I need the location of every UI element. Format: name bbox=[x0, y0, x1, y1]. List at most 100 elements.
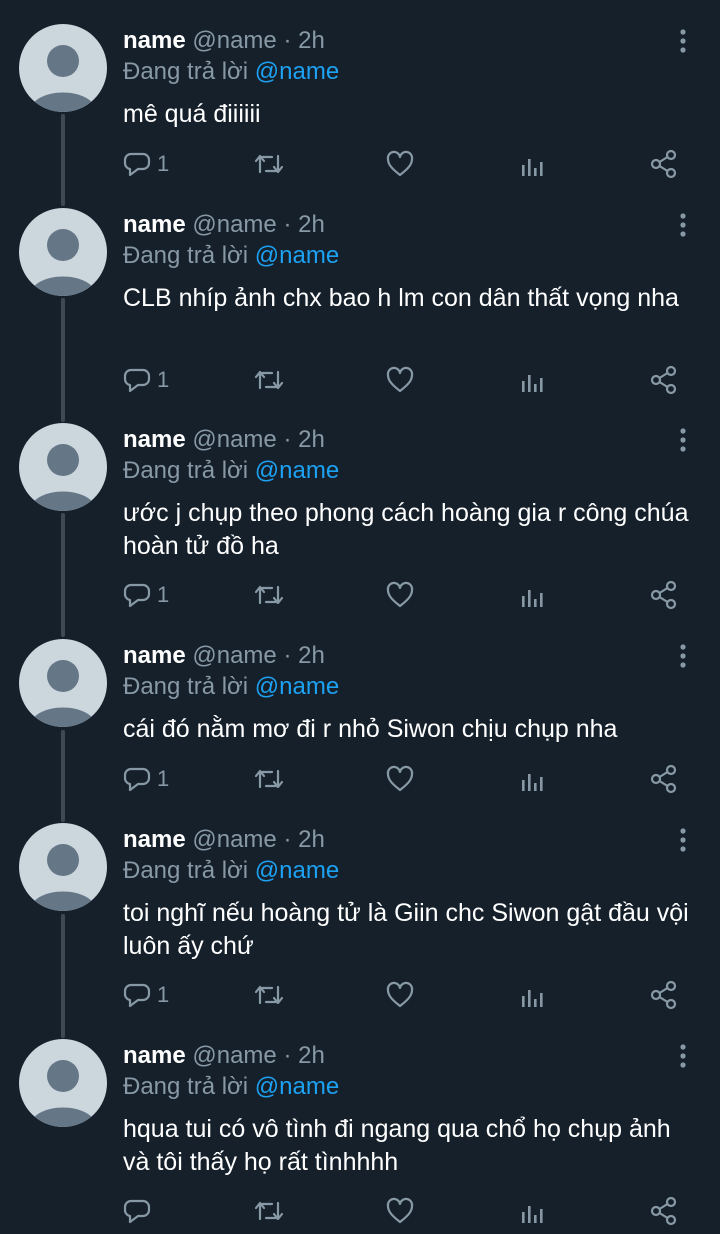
analytics-button[interactable] bbox=[520, 580, 544, 610]
analytics-button[interactable] bbox=[520, 764, 544, 794]
share-button[interactable] bbox=[650, 365, 678, 395]
mention-link[interactable]: @name bbox=[255, 1073, 339, 1100]
more-vertical-icon[interactable] bbox=[670, 825, 696, 855]
reply-count: 1 bbox=[157, 151, 170, 176]
replying-to-line: Đang trả lời @name bbox=[123, 57, 339, 87]
reply-button[interactable]: 1 bbox=[123, 365, 169, 395]
timestamp: · 2h bbox=[283, 211, 325, 238]
reply-count: 1 bbox=[157, 367, 170, 392]
tweet[interactable]: name @name · 2h Đang trả lời @name toi n… bbox=[0, 799, 720, 1015]
retweet-icon bbox=[254, 985, 284, 1005]
reply-count: 1 bbox=[157, 982, 170, 1007]
display-name[interactable]: name bbox=[123, 426, 186, 453]
avatar[interactable] bbox=[19, 1039, 107, 1127]
tweet-text: mê quá điiiiii bbox=[123, 100, 261, 128]
user-handle[interactable]: @name bbox=[192, 1042, 276, 1069]
tweet[interactable]: name @name · 2h Đang trả lời @name CLB n… bbox=[0, 184, 720, 400]
tweet-header: name @name · 2h bbox=[123, 641, 325, 671]
like-button[interactable] bbox=[386, 764, 414, 794]
avatar[interactable] bbox=[19, 208, 107, 296]
retweet-button[interactable] bbox=[254, 1196, 284, 1226]
share-icon bbox=[650, 764, 677, 794]
display-name[interactable]: name bbox=[123, 826, 186, 853]
avatar[interactable] bbox=[19, 823, 107, 911]
retweet-button[interactable] bbox=[254, 980, 284, 1010]
avatar[interactable] bbox=[19, 639, 107, 727]
user-handle[interactable]: @name bbox=[192, 642, 276, 669]
heart-icon bbox=[386, 765, 414, 792]
mention-link[interactable]: @name bbox=[255, 58, 339, 85]
user-handle[interactable]: @name bbox=[192, 426, 276, 453]
retweet-icon bbox=[254, 370, 284, 390]
like-button[interactable] bbox=[386, 365, 414, 395]
user-handle[interactable]: @name bbox=[192, 27, 276, 54]
heart-icon bbox=[386, 366, 414, 393]
retweet-icon bbox=[254, 585, 284, 605]
user-handle[interactable]: @name bbox=[192, 211, 276, 238]
tweet-text: toi nghĩ nếu hoàng tử là Giin chc Siwon … bbox=[123, 899, 689, 960]
tweet-header: name @name · 2h bbox=[123, 825, 325, 855]
reply-button[interactable]: 1 bbox=[123, 149, 169, 179]
replying-to-label: Đang trả lời bbox=[123, 1073, 249, 1100]
replying-to-line: Đang trả lời @name bbox=[123, 1072, 339, 1102]
analytics-bars-icon bbox=[522, 159, 543, 176]
mention-link[interactable]: @name bbox=[255, 673, 339, 700]
tweet[interactable]: name @name · 2h Đang trả lời @name ước j… bbox=[0, 399, 720, 615]
analytics-button[interactable] bbox=[520, 1196, 544, 1226]
user-handle[interactable]: @name bbox=[192, 826, 276, 853]
display-name[interactable]: name bbox=[123, 211, 186, 238]
retweet-icon bbox=[254, 1201, 284, 1221]
tweet-header: name @name · 2h bbox=[123, 425, 325, 455]
display-name[interactable]: name bbox=[123, 1042, 186, 1069]
retweet-button[interactable] bbox=[254, 149, 284, 179]
display-name[interactable]: name bbox=[123, 27, 186, 54]
reply-button[interactable]: 1 bbox=[123, 580, 169, 610]
share-button[interactable] bbox=[650, 149, 678, 179]
tweet-header: name @name · 2h bbox=[123, 210, 325, 240]
like-button[interactable] bbox=[386, 980, 414, 1010]
retweet-button[interactable] bbox=[254, 764, 284, 794]
share-button[interactable] bbox=[650, 764, 678, 794]
more-vertical-icon[interactable] bbox=[670, 210, 696, 240]
like-button[interactable] bbox=[386, 1196, 414, 1226]
mention-link[interactable]: @name bbox=[255, 457, 339, 484]
share-button[interactable] bbox=[650, 1196, 678, 1226]
tweet-text: ước j chụp theo phong cách hoàng gia r c… bbox=[123, 499, 689, 560]
reply-bubble-icon bbox=[123, 767, 151, 792]
reply-button[interactable]: 1 bbox=[123, 764, 169, 794]
reply-bubble-icon bbox=[123, 368, 151, 393]
mention-link[interactable]: @name bbox=[255, 242, 339, 269]
avatar[interactable] bbox=[19, 24, 107, 112]
analytics-button[interactable] bbox=[520, 149, 544, 179]
share-button[interactable] bbox=[650, 980, 678, 1010]
analytics-button[interactable] bbox=[520, 980, 544, 1010]
reply-button[interactable] bbox=[123, 1196, 157, 1226]
more-vertical-icon[interactable] bbox=[670, 26, 696, 56]
heart-icon bbox=[386, 581, 414, 608]
retweet-button[interactable] bbox=[254, 365, 284, 395]
tweet-text: CLB nhíp ảnh chx bao h lm con dân thất v… bbox=[123, 284, 679, 312]
timestamp: · 2h bbox=[283, 826, 325, 853]
retweet-icon bbox=[254, 769, 284, 789]
timestamp: · 2h bbox=[283, 642, 325, 669]
avatar[interactable] bbox=[19, 423, 107, 511]
display-name[interactable]: name bbox=[123, 642, 186, 669]
more-vertical-icon[interactable] bbox=[670, 425, 696, 455]
share-icon bbox=[650, 365, 677, 395]
reply-thread: name @name · 2h Đang trả lời @name mê qu… bbox=[0, 0, 720, 1234]
tweet[interactable]: name @name · 2h Đang trả lời @name hqua … bbox=[0, 1015, 720, 1231]
reply-bubble-icon bbox=[123, 583, 151, 608]
retweet-button[interactable] bbox=[254, 580, 284, 610]
analytics-button[interactable] bbox=[520, 365, 544, 395]
like-button[interactable] bbox=[386, 149, 414, 179]
more-vertical-icon[interactable] bbox=[670, 1041, 696, 1071]
timestamp: · 2h bbox=[283, 27, 325, 54]
share-button[interactable] bbox=[650, 580, 678, 610]
replying-to-label: Đang trả lời bbox=[123, 857, 249, 884]
analytics-bars-icon bbox=[522, 1206, 543, 1223]
like-button[interactable] bbox=[386, 580, 414, 610]
analytics-bars-icon bbox=[522, 990, 543, 1007]
mention-link[interactable]: @name bbox=[255, 857, 339, 884]
reply-button[interactable]: 1 bbox=[123, 980, 169, 1010]
more-vertical-icon[interactable] bbox=[670, 641, 696, 671]
